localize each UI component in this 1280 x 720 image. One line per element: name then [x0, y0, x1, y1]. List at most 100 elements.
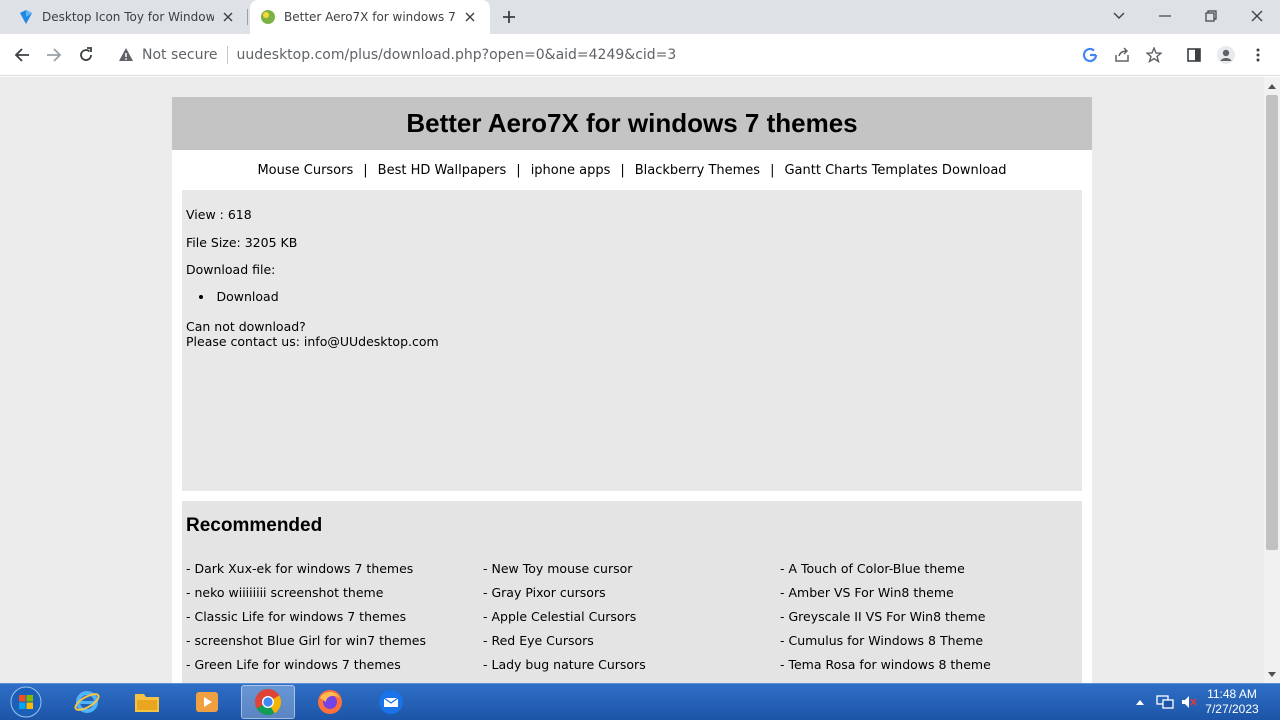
omnibox-divider — [226, 46, 228, 64]
nav-link-gantt-charts[interactable]: Gantt Charts Templates Download — [784, 163, 1006, 178]
thunderbird-icon — [379, 690, 403, 714]
share-button[interactable] — [1113, 46, 1131, 64]
recommended-link[interactable]: - Classic Life for windows 7 themes — [186, 609, 483, 624]
security-status[interactable]: Not secure — [142, 47, 218, 63]
recommended-link[interactable]: - Green Life for windows 7 themes — [186, 657, 483, 672]
taskbar-internet-explorer[interactable] — [60, 685, 114, 719]
reload-icon — [80, 47, 92, 61]
taskbar-file-explorer[interactable] — [120, 685, 174, 719]
file-size: File Size: 3205 KB — [186, 235, 298, 250]
tab-title: Desktop Icon Toy for Windows - — [42, 10, 214, 24]
restore-button[interactable] — [1201, 6, 1221, 26]
recommended-link[interactable]: - A Touch of Color-Blue theme — [780, 561, 1077, 576]
scrollbar-thumb[interactable] — [1266, 95, 1278, 550]
nav-link-blackberry-themes[interactable]: Blackberry Themes — [635, 163, 760, 178]
chevron-down-icon — [1113, 12, 1125, 19]
recommended-link[interactable]: - Tema Rosa for windows 8 theme — [780, 657, 1077, 672]
recommended-column: - New Toy mouse cursor - Gray Pixor curs… — [483, 561, 780, 681]
share-icon — [1115, 47, 1129, 62]
recommended-link[interactable]: - Dark Xux-ek for windows 7 themes — [186, 561, 483, 576]
url-text[interactable]: uudesktop.com/plus/download.php?open=0&a… — [237, 47, 677, 63]
system-clock[interactable]: 11:48 AM 7/27/2023 — [1196, 687, 1268, 717]
minimize-button[interactable] — [1155, 6, 1175, 26]
google-icon — [1082, 47, 1098, 63]
profile-button[interactable] — [1217, 46, 1235, 64]
scroll-up-arrow-icon[interactable] — [1264, 79, 1280, 93]
close-window-button[interactable] — [1247, 6, 1267, 26]
address-bar[interactable]: Not secure uudesktop.com/plus/download.p… — [108, 39, 1172, 71]
recommended-heading: Recommended — [186, 515, 323, 536]
page-viewport: Better Aero7X for windows 7 themes Mouse… — [0, 77, 1264, 683]
new-tab-button[interactable] — [500, 8, 518, 26]
download-link[interactable]: Download — [217, 289, 279, 304]
warning-icon[interactable] — [118, 47, 134, 63]
network-tray-button[interactable] — [1156, 693, 1174, 711]
close-tab-icon[interactable] — [220, 9, 236, 25]
tab-better-aero7x[interactable]: Better Aero7X for windows 7 the — [250, 0, 490, 34]
download-file-label: Download file: — [186, 262, 276, 277]
reload-button[interactable] — [76, 45, 96, 65]
recommended-link[interactable]: - Greyscale II VS For Win8 theme — [780, 609, 1077, 624]
page-header: Better Aero7X for windows 7 themes — [172, 97, 1092, 150]
windows-logo-icon — [10, 686, 42, 718]
back-button[interactable] — [12, 45, 32, 65]
google-lens-button[interactable] — [1081, 46, 1099, 64]
taskbar-media-player[interactable] — [180, 685, 234, 719]
taskbar-firefox[interactable] — [303, 685, 357, 719]
scroll-down-arrow-icon[interactable] — [1264, 667, 1280, 681]
nav-link-mouse-cursors[interactable]: Mouse Cursors — [257, 163, 353, 178]
show-hidden-icons-button[interactable] — [1131, 693, 1149, 711]
kebab-menu-icon — [1256, 48, 1260, 62]
bookmark-button[interactable] — [1145, 46, 1163, 64]
nav-separator: | — [770, 162, 775, 178]
recommended-link[interactable]: - Gray Pixor cursors — [483, 585, 780, 600]
recommended-link[interactable]: - Amber VS For Win8 theme — [780, 585, 1077, 600]
nav-link-iphone-apps[interactable]: iphone apps — [531, 163, 611, 178]
start-button[interactable] — [6, 685, 46, 719]
close-icon — [1251, 10, 1263, 22]
tab-title: Better Aero7X for windows 7 the — [284, 10, 456, 24]
recommended-link[interactable]: - New Toy mouse cursor — [483, 561, 780, 576]
windows-taskbar: 11:48 AM 7/27/2023 — [0, 683, 1280, 720]
recommended-link[interactable]: - screenshot Blue Girl for win7 themes — [186, 633, 483, 648]
taskbar-chrome[interactable] — [241, 685, 295, 719]
recommended-link[interactable]: - neko wiiiiiiii screenshot theme — [186, 585, 483, 600]
contact-text: Please contact us: info@UUdesktop.com — [186, 334, 439, 349]
forward-button[interactable] — [44, 45, 64, 65]
recommended-panel: Recommended - Dark Xux-ek for windows 7 … — [182, 501, 1082, 683]
restore-icon — [1205, 10, 1217, 22]
browser-toolbar: Not secure uudesktop.com/plus/download.p… — [0, 34, 1280, 76]
recommended-link[interactable]: - Lady bug nature Cursors — [483, 657, 780, 672]
tab-divider — [247, 9, 248, 25]
arrow-left-icon — [14, 48, 29, 62]
avatar-icon — [1217, 46, 1235, 64]
recommended-column: - Dark Xux-ek for windows 7 themes - nek… — [186, 561, 483, 681]
recommended-link[interactable]: - Apple Celestial Cursors — [483, 609, 780, 624]
clock-time: 11:48 AM — [1207, 687, 1257, 701]
arrow-right-icon — [47, 48, 62, 62]
vertical-scrollbar[interactable] — [1264, 77, 1280, 683]
page-container: Better Aero7X for windows 7 themes Mouse… — [172, 97, 1092, 683]
tab-search-button[interactable] — [1109, 6, 1129, 26]
recommended-link[interactable]: - Red Eye Cursors — [483, 633, 780, 648]
side-panel-button[interactable] — [1185, 46, 1203, 64]
minimize-icon — [1159, 15, 1171, 17]
recommended-column: - A Touch of Color-Blue theme - Amber VS… — [780, 561, 1077, 681]
tab-strip: Desktop Icon Toy for Windows - Better Ae… — [0, 0, 1280, 34]
top-navigation: Mouse Cursors | Best HD Wallpapers | iph… — [172, 150, 1092, 190]
cannot-download-text: Can not download? — [186, 319, 306, 334]
tab-desktop-icon-toy[interactable]: Desktop Icon Toy for Windows - — [18, 0, 246, 34]
chevron-up-icon — [1136, 699, 1144, 705]
download-info-panel: View : 618 File Size: 3205 KB Download f… — [182, 190, 1082, 491]
close-tab-icon[interactable] — [462, 9, 478, 25]
chrome-menu-button[interactable] — [1249, 46, 1267, 64]
taskbar-thunderbird[interactable] — [364, 685, 418, 719]
uudesktop-favicon-icon — [20, 10, 32, 24]
network-icon — [1156, 695, 1174, 709]
nav-link-hd-wallpapers[interactable]: Best HD Wallpapers — [378, 163, 507, 178]
recommended-link[interactable]: - Cumulus for Windows 8 Theme — [780, 633, 1077, 648]
download-list: Download — [198, 289, 1078, 304]
internet-explorer-icon — [74, 691, 100, 713]
chrome-icon — [255, 689, 282, 716]
aero-favicon-icon — [261, 10, 275, 24]
